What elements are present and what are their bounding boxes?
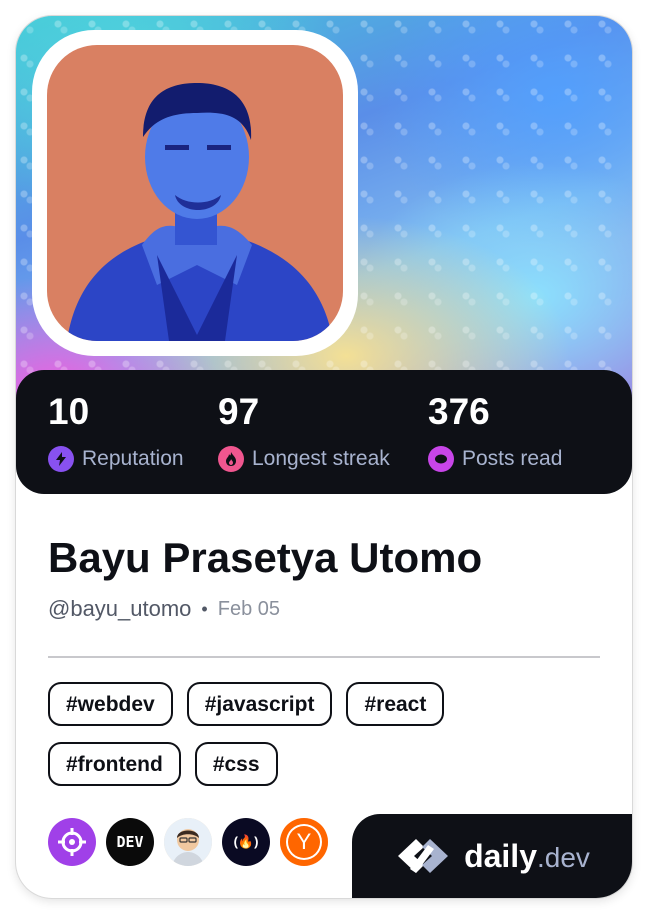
dev-to-icon[interactable]: DEV bbox=[106, 818, 154, 866]
freecodecamp-icon[interactable]: (🔥) bbox=[222, 818, 270, 866]
profile-meta: @bayu_utomo • Feb 05 bbox=[48, 596, 280, 622]
tag-css[interactable]: #css bbox=[194, 742, 278, 786]
tag-list: #webdev #javascript #react #frontend #css bbox=[48, 682, 608, 802]
daily-dev-logo-icon bbox=[398, 839, 449, 873]
stat-value: 376 bbox=[428, 391, 490, 432]
meta-separator: • bbox=[201, 598, 208, 619]
stat-value: 10 bbox=[48, 391, 90, 432]
stat-longest-streak: 97 Longest streak bbox=[218, 390, 390, 472]
stat-label: Longest streak bbox=[252, 447, 390, 470]
stat-reputation: 10 Reputation bbox=[48, 390, 184, 472]
stat-posts-read: 376 Posts read bbox=[428, 390, 562, 472]
daily-dev-logo[interactable]: daily.dev bbox=[352, 814, 632, 898]
ring-icon bbox=[428, 446, 454, 472]
devcard: 10 Reputation 97 Longest streak 376 Post… bbox=[16, 16, 632, 898]
tag-javascript[interactable]: #javascript bbox=[186, 682, 333, 726]
profile-name: Bayu Prasetya Utomo bbox=[48, 534, 483, 581]
hacker-news-icon[interactable]: Y bbox=[280, 818, 328, 866]
flame-icon bbox=[218, 446, 244, 472]
stat-label: Reputation bbox=[82, 447, 184, 470]
crosshair-icon[interactable] bbox=[48, 818, 96, 866]
source-list: DEV (🔥) Y bbox=[48, 818, 338, 866]
profile-date: Feb 05 bbox=[217, 597, 280, 620]
bolt-icon bbox=[48, 446, 74, 472]
tag-react[interactable]: #react bbox=[346, 682, 445, 726]
divider bbox=[48, 656, 600, 658]
avatar[interactable] bbox=[47, 45, 343, 341]
brand-name: daily.dev bbox=[464, 837, 590, 874]
profile-handle[interactable]: @bayu_utomo bbox=[48, 596, 191, 622]
brand-suffix: .dev bbox=[536, 841, 590, 873]
stats-bar: 10 Reputation 97 Longest streak 376 Post… bbox=[16, 370, 632, 494]
avatar-frame bbox=[32, 30, 358, 356]
stat-label: Posts read bbox=[462, 447, 563, 470]
stat-value: 97 bbox=[218, 391, 260, 432]
memoji-avatar-icon[interactable] bbox=[164, 818, 212, 866]
tag-webdev[interactable]: #webdev bbox=[48, 682, 173, 726]
avatar-photo bbox=[67, 83, 333, 341]
tag-frontend[interactable]: #frontend bbox=[48, 742, 181, 786]
